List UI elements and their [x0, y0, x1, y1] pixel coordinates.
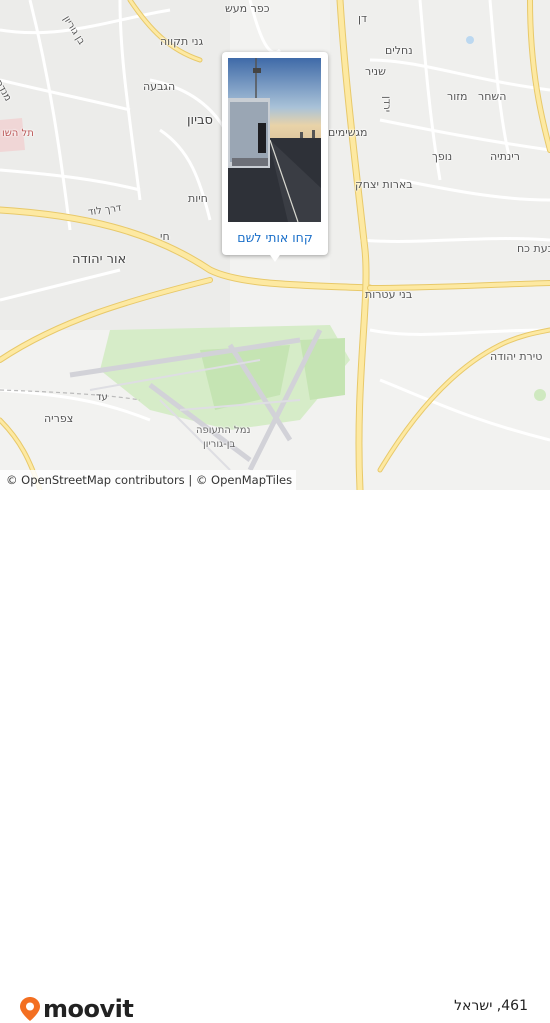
attribution-osm-link[interactable]: © OpenStreetMap contributors [6, 473, 185, 487]
location-pin-icon [20, 997, 40, 1021]
label-ganei-tikva: גני תקווה [160, 35, 204, 48]
label-rinatya: רינתיה [490, 150, 520, 163]
label-barot-yitzhak: בארות יצחק [355, 178, 413, 191]
map-view[interactable]: כפר מעש דן נחלים גני תקווה בן גוריון מנד… [0, 0, 550, 490]
label-magshimim: מגשימים [328, 126, 368, 139]
attribution-omt-link[interactable]: © OpenMapTiles [196, 473, 292, 487]
stop-photo [228, 58, 321, 222]
label-shahar: השחר [478, 90, 507, 103]
label-mazor: מזור [447, 90, 468, 103]
stop-popup[interactable]: קחו אותי לשם [222, 52, 328, 262]
label-tzafria: צפריה [44, 412, 74, 425]
label-savyon: סביון [187, 113, 213, 128]
moovit-logo[interactable]: moovit [20, 995, 134, 1023]
label-hai: חי [160, 230, 170, 243]
stop-photo-image [228, 58, 321, 222]
label-tel-hashomer: תל השו [2, 128, 34, 139]
stop-title: 461, ישראל [454, 998, 528, 1014]
label-kfar-maas: כפר מעש [225, 2, 270, 15]
brand-name: moovit [43, 995, 134, 1023]
footer-bar: moovit 461, ישראל [0, 490, 550, 1023]
label-shanir: שניר [365, 65, 386, 78]
attribution-separator: | [184, 473, 196, 487]
label-bnei-atarot: בני עטרות [365, 288, 413, 301]
label-dan: דן [358, 12, 368, 25]
label-yarden: ירדן [381, 96, 392, 113]
label-ad: עד [96, 392, 108, 403]
label-hagiva: הגבעה [143, 80, 176, 93]
map-attribution: © OpenStreetMap contributors | © OpenMap… [0, 470, 297, 490]
popup-pointer [268, 252, 282, 262]
label-tirat-yehuda: טירת יהודה [490, 350, 543, 363]
label-ginaton: בעת כח [517, 242, 550, 255]
label-hayot: חיות [188, 192, 208, 205]
label-airport-2: בן-גוריון [203, 439, 236, 450]
label-nechalim: נחלים [385, 44, 413, 57]
navigate-here-link[interactable]: קחו אותי לשם [222, 230, 328, 245]
label-airport-1: נמל התעופה [196, 425, 251, 436]
label-or-yehuda: אור יהודה [72, 252, 127, 267]
label-nofech: נופך [432, 150, 453, 163]
